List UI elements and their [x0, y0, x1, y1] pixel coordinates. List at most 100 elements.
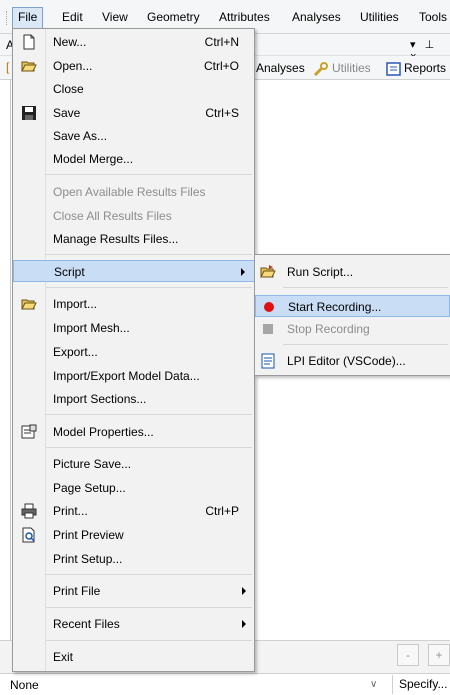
menu-item-recent-files-label: Recent Files [53, 617, 120, 631]
menu-item-save-label: Save [53, 106, 81, 120]
menu-item-export[interactable]: Export... [13, 341, 255, 363]
menu-view[interactable]: View [97, 7, 133, 29]
menu-separator [46, 414, 252, 415]
menu-item-page-setup-label: Page Setup... [53, 481, 126, 495]
import-folder-icon [21, 299, 37, 310]
run-script-folder-icon [260, 265, 276, 278]
menu-separator [46, 447, 252, 448]
status-select[interactable]: None [10, 676, 392, 694]
save-disk-icon [22, 106, 36, 120]
menu-item-manage-results-label: Manage Results Files... [53, 232, 179, 246]
menu-item-new-shortcut: Ctrl+N [204, 35, 239, 49]
menu-item-import-label: Import... [53, 297, 98, 311]
chevron-down-icon[interactable]: ∨ [370, 676, 377, 694]
menu-item-import-sections-label: Import Sections... [53, 392, 147, 406]
toolbar-reports-button[interactable]: Reports [386, 60, 446, 76]
plus-button[interactable]: + [428, 644, 450, 666]
menu-item-import[interactable]: Import... [13, 293, 255, 315]
menu-item-print-setup-label: Print Setup... [53, 552, 123, 566]
menu-geometry[interactable]: Geometry [142, 7, 205, 29]
toolbar-analyses-button[interactable]: Analyses [256, 60, 305, 76]
menu-item-open-shortcut: Ctrl+O [203, 59, 239, 73]
menu-item-export-label: Export... [53, 345, 98, 359]
canvas-border [10, 80, 11, 640]
menu-item-recent-files[interactable]: Recent Files [13, 613, 255, 635]
menu-utilities[interactable]: Utilities [355, 7, 404, 29]
submenu-item-start-recording[interactable]: Start Recording... [255, 295, 450, 317]
wrench-icon [313, 61, 328, 76]
menu-item-print-label: Print... [53, 504, 88, 518]
menu-item-save-as[interactable]: Save As... [13, 125, 255, 147]
menu-item-open-label: Open... [53, 59, 93, 73]
menu-item-import-mesh[interactable]: Import Mesh... [13, 317, 255, 339]
menu-item-close[interactable]: Close [13, 78, 255, 100]
new-file-icon [23, 34, 35, 50]
menu-item-import-export-model-data[interactable]: Import/Export Model Data... [13, 365, 255, 387]
menu-item-print[interactable]: Print... Ctrl+P [13, 500, 255, 522]
menu-item-close-label: Close [53, 82, 84, 96]
submenu-arrow-icon [241, 268, 245, 276]
menu-item-print-preview[interactable]: Print Preview [13, 524, 255, 546]
stop-square-icon [263, 324, 273, 334]
menu-item-import-sections[interactable]: Import Sections... [13, 388, 255, 410]
submenu-arrow-icon [242, 587, 246, 595]
menu-item-save[interactable]: Save Ctrl+S [13, 102, 255, 124]
menu-item-open-available-results: Open Available Results Files [13, 181, 255, 203]
submenu-item-start-recording-label: Start Recording... [288, 300, 382, 314]
model-properties-icon [21, 424, 37, 439]
menu-separator [46, 574, 252, 575]
minus-button[interactable]: - [397, 644, 419, 666]
menu-item-print-setup[interactable]: Print Setup... [13, 548, 255, 570]
menu-attributes[interactable]: Attributes [214, 7, 275, 29]
editor-icon [261, 353, 275, 369]
menu-analyses[interactable]: Analyses [287, 7, 346, 29]
toolbar-utilities-button[interactable]: Utilities [313, 60, 371, 76]
submenu-arrow-icon [242, 620, 246, 628]
menu-item-print-preview-label: Print Preview [53, 528, 124, 542]
menu-item-save-as-label: Save As... [53, 129, 108, 143]
menu-separator [283, 344, 448, 345]
submenu-item-lpi-editor-label: LPI Editor (VSCode)... [287, 354, 406, 368]
menu-item-open-available-results-label: Open Available Results Files [53, 185, 206, 199]
menu-item-manage-results[interactable]: Manage Results Files... [13, 228, 255, 250]
menu-item-model-merge[interactable]: Model Merge... [13, 148, 255, 170]
menu-edit[interactable]: Edit [57, 7, 88, 29]
menu-separator [46, 174, 252, 175]
menu-item-print-file[interactable]: Print File [13, 580, 255, 602]
menu-separator [283, 287, 448, 288]
menu-item-save-shortcut: Ctrl+S [205, 106, 239, 120]
printer-icon [21, 503, 37, 519]
menu-item-print-file-label: Print File [53, 584, 101, 598]
menu-item-print-shortcut: Ctrl+P [205, 504, 239, 518]
toolbar-fragment: [ [6, 60, 10, 74]
reports-icon [386, 62, 401, 76]
menu-tools[interactable]: Tools [414, 7, 450, 29]
print-preview-icon [22, 527, 35, 543]
menubar-grip [6, 11, 9, 25]
menu-separator [46, 607, 252, 608]
menu-item-script-label: Script [54, 265, 85, 279]
menu-item-import-mesh-label: Import Mesh... [53, 321, 130, 335]
menu-separator [46, 254, 252, 255]
menu-item-model-merge-label: Model Merge... [53, 152, 134, 166]
menu-item-script[interactable]: Script [13, 260, 255, 282]
record-dot-icon [264, 302, 274, 312]
submenu-item-stop-recording: Stop Recording [255, 318, 450, 340]
menu-item-page-setup[interactable]: Page Setup... [13, 477, 255, 499]
menu-item-exit[interactable]: Exit [13, 646, 255, 668]
menu-separator [46, 287, 252, 288]
menu-item-exit-label: Exit [53, 650, 74, 664]
submenu-item-run-script[interactable]: Run Script... [255, 261, 450, 283]
menu-item-model-properties[interactable]: Model Properties... [13, 421, 255, 443]
submenu-item-lpi-editor[interactable]: LPI Editor (VSCode)... [255, 350, 450, 372]
toolbar-utilities-label: Utilities [332, 61, 371, 75]
menu-item-open[interactable]: Open... Ctrl+O [13, 55, 255, 77]
menu-item-picture-save-label: Picture Save... [53, 457, 132, 471]
menu-file[interactable]: File [12, 7, 44, 29]
menu-item-new[interactable]: New... Ctrl+N [13, 31, 255, 53]
menu-item-close-all-results: Close All Results Files [13, 205, 255, 227]
menu-item-new-label: New... [53, 35, 87, 49]
menu-item-picture-save[interactable]: Picture Save... [13, 453, 255, 475]
specify-button[interactable]: Specify... [392, 675, 450, 694]
toolbar-reports-label: Reports [404, 61, 447, 75]
